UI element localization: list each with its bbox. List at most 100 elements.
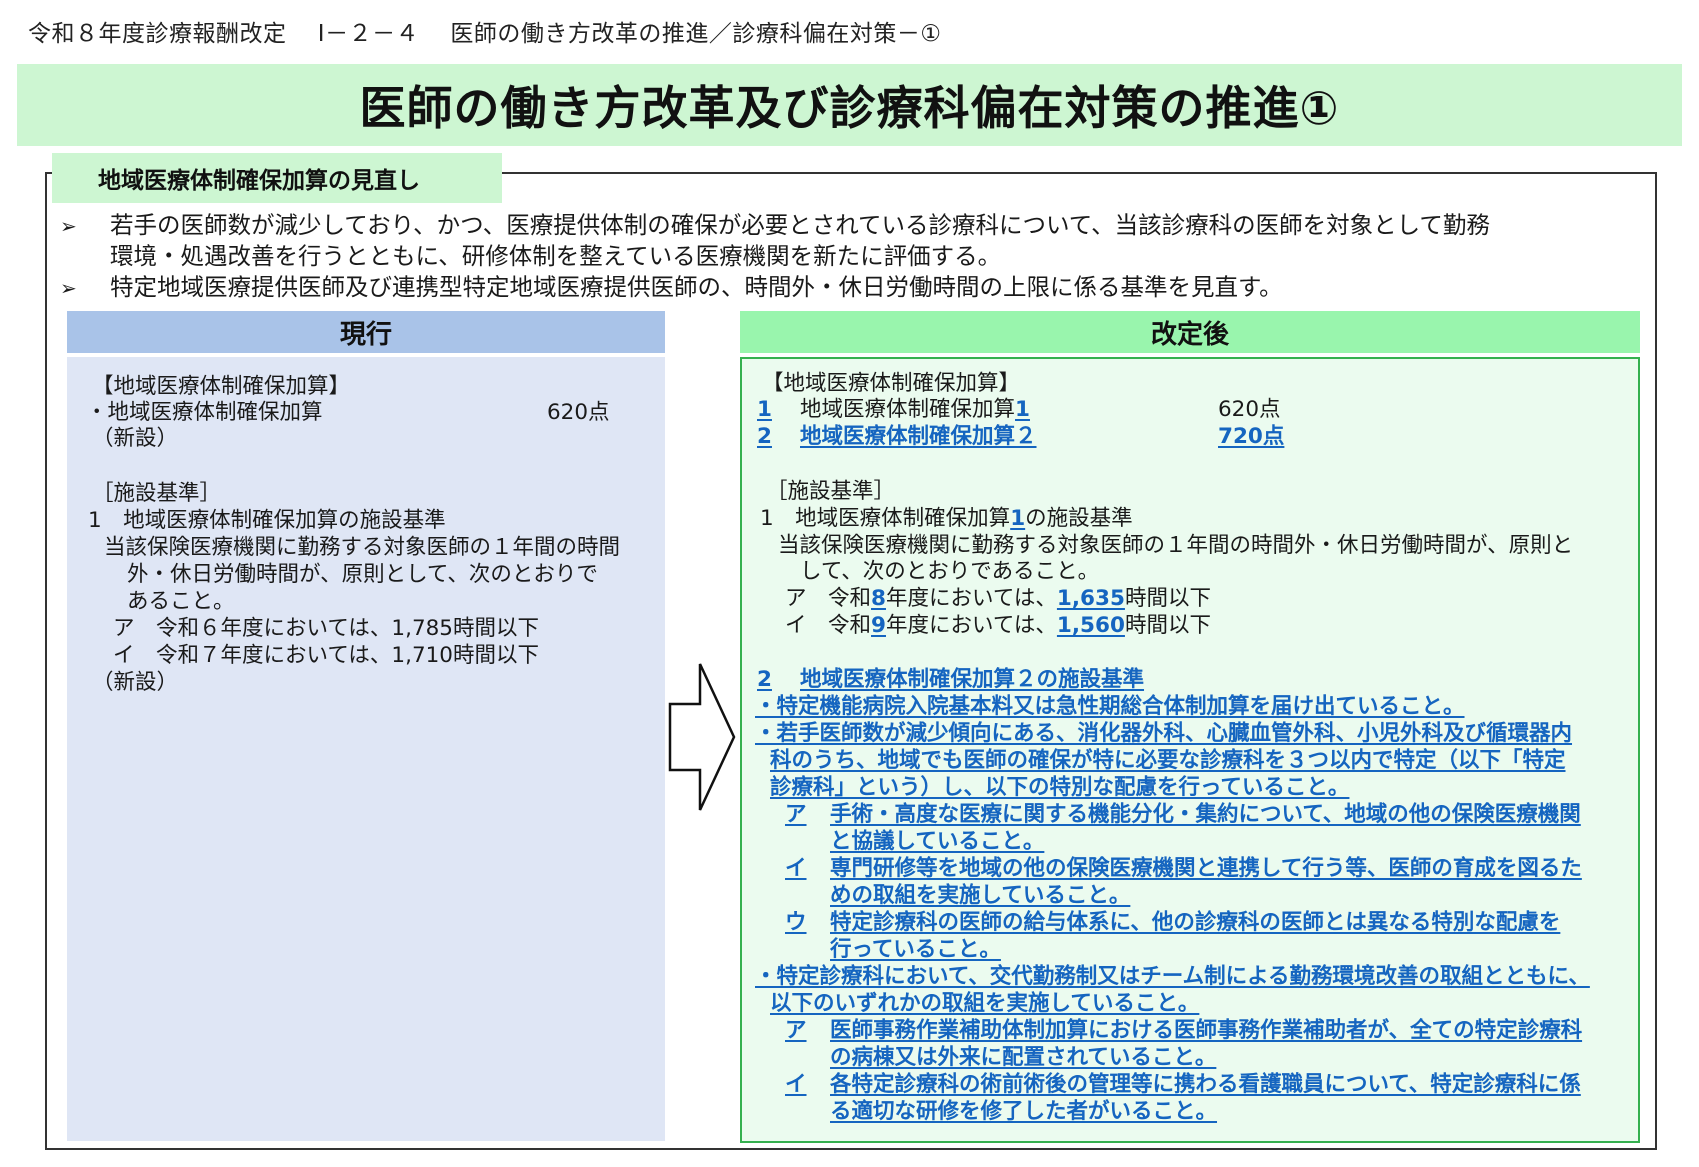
revised-line: 2 bbox=[757, 666, 772, 693]
right-block-arrow-icon bbox=[668, 663, 736, 811]
revised-item-1-name: 地域医療体制確保加算1 bbox=[800, 396, 1030, 423]
revised-num: 2 bbox=[757, 424, 772, 449]
revised-text: 科のうち、地域でも医師の確保が特に必要な診療科を３つ以内で特定（以下「特定 bbox=[770, 748, 1566, 773]
revised-line: ア 令和8年度においては、1,635時間以下 bbox=[785, 585, 1211, 612]
revised-text: 以下のいずれかの取組を実施していること。 bbox=[770, 991, 1200, 1016]
revised-line: の病棟又は外来に配置されていること。 bbox=[830, 1044, 1216, 1071]
current-line: 外・休日労働時間が、原則として、次のとおりで bbox=[127, 562, 598, 587]
revised-text: 診療科」という）し、以下の特別な配慮を行っていること。 bbox=[770, 775, 1350, 800]
revised-line: ア bbox=[785, 801, 807, 828]
revised-line: ［施設基準］ bbox=[766, 479, 896, 504]
revised-points: 720点 bbox=[1218, 424, 1285, 449]
revised-line: と協議していること。 bbox=[830, 828, 1044, 855]
revised-line: 1 地域医療体制確保加算1の施設基準 bbox=[760, 505, 1133, 532]
revised-num: 1,560 bbox=[1056, 613, 1125, 638]
revised-text: 時間以下 bbox=[1124, 613, 1211, 638]
revised-text: ・特定機能病院入院基本料又は急性期総合体制加算を届け出ていること。 bbox=[755, 694, 1465, 719]
revised-text: 行っていること。 bbox=[830, 937, 1001, 962]
revised-text: 年度においては、 bbox=[885, 613, 1057, 638]
revised-text: 地域医療体制確保加算 bbox=[800, 397, 1016, 422]
revised-line: ・若手医師数が減少傾向にある、消化器外科、心臓血管外科、小児外科及び循環器内 bbox=[755, 720, 1572, 747]
revised-line: 診療科」という）し、以下の特別な配慮を行っていること。 bbox=[770, 774, 1349, 801]
revised-text: 時間以下 bbox=[1124, 586, 1211, 611]
revised-item-2-name: 地域医療体制確保加算２ bbox=[800, 423, 1037, 450]
current-line: （新設） bbox=[92, 670, 179, 695]
bullet-2-line-1: 特定地域医療提供医師及び連携型特定地域医療提供医師の、時間外・休日労働時間の上限… bbox=[110, 273, 1283, 301]
revised-line: して、次のとおりであること。 bbox=[800, 559, 1100, 584]
revised-num: イ bbox=[785, 856, 807, 881]
revised-text: 1 地域医療体制確保加算 bbox=[760, 506, 1011, 531]
arrowhead-bullet-icon: ➢ bbox=[60, 214, 77, 238]
revised-line: ウ bbox=[785, 909, 807, 936]
page-title: 医師の働き方改革及び診療科偏在対策の推進① bbox=[359, 81, 1340, 135]
revised-heading: 改定後 bbox=[740, 311, 1640, 353]
revised-text: めの取組を実施していること。 bbox=[830, 883, 1131, 908]
revised-text: 特定診療科の医師の給与体系に、他の診療科の医師とは異なる特別な配慮を bbox=[830, 910, 1561, 935]
revised-num: ア bbox=[785, 802, 807, 827]
revised-text: イ 令和 bbox=[785, 613, 872, 638]
revised-line: ・特定診療科において、交代勤務制又はチーム制による勤務環境改善の取組とともに、 bbox=[755, 963, 1590, 990]
current-line: イ 令和７年度においては、1,710時間以下 bbox=[113, 643, 539, 668]
revised-num: ア bbox=[785, 1018, 807, 1043]
bullet-1: ➢ bbox=[60, 210, 77, 242]
revision-header: 令和８年度診療報酬改定 Ⅰ－２－４ 医師の働き方改革の推進／診療科偏在対策－① bbox=[28, 21, 942, 47]
bullet-1-line-1: 若手の医師数が減少しており、かつ、医療提供体制の確保が必要とされている診療科につ… bbox=[110, 211, 1490, 239]
current-line: ア 令和６年度においては、1,785時間以下 bbox=[113, 616, 539, 641]
revised-line: ・特定機能病院入院基本料又は急性期総合体制加算を届け出ていること。 bbox=[755, 693, 1465, 720]
revised-line: イ 令和9年度においては、1,560時間以下 bbox=[785, 612, 1211, 639]
revised-text: 地域医療体制確保加算２の施設基準 bbox=[800, 667, 1145, 692]
revised-text: ・特定診療科において、交代勤務制又はチーム制による勤務環境改善の取組とともに、 bbox=[755, 964, 1590, 989]
revised-num: 1 bbox=[1010, 506, 1026, 531]
revised-line: ア bbox=[785, 1017, 807, 1044]
revised-line: 【地域医療体制確保加算】 bbox=[762, 371, 1021, 396]
revised-num: 1 bbox=[757, 397, 772, 422]
revised-line: 行っていること。 bbox=[830, 936, 1001, 963]
revised-text: の施設基準 bbox=[1025, 506, 1133, 531]
current-line: あること。 bbox=[127, 589, 235, 614]
revised-text: 医師事務作業補助体制加算における医師事務作業補助者が、全ての特定診療科 bbox=[830, 1018, 1583, 1043]
current-line: 1 地域医療体制確保加算の施設基準 bbox=[88, 508, 446, 533]
revised-num: 8 bbox=[871, 586, 886, 611]
current-panel bbox=[67, 357, 665, 1141]
revised-text: の病棟又は外来に配置されていること。 bbox=[830, 1045, 1217, 1070]
revised-item-2: 2 bbox=[757, 423, 772, 450]
revised-text: 専門研修等を地域の他の保険医療機関と連携して行う等、医師の育成を図るた bbox=[830, 856, 1582, 881]
current-heading: 現行 bbox=[67, 311, 665, 353]
revised-num: 1 bbox=[1015, 397, 1030, 422]
revised-text: 地域医療体制確保加算２ bbox=[800, 424, 1037, 449]
revised-line: 科のうち、地域でも医師の確保が特に必要な診療科を３つ以内で特定（以下「特定 bbox=[770, 747, 1566, 774]
revised-line: る適切な研修を修了した者がいること。 bbox=[830, 1098, 1217, 1125]
revised-line: イ bbox=[785, 855, 807, 882]
revised-item-1: 1 bbox=[757, 396, 772, 423]
revised-text: 手術・高度な医療に関する機能分化・集約について、地域の他の保険医療機関 bbox=[830, 802, 1581, 827]
revised-text: ・若手医師数が減少傾向にある、消化器外科、心臓血管外科、小児外科及び循環器内 bbox=[755, 721, 1573, 746]
revised-line: 以下のいずれかの取組を実施していること。 bbox=[770, 990, 1199, 1017]
revised-line: イ bbox=[785, 1071, 807, 1098]
revised-num: 9 bbox=[871, 613, 886, 638]
revised-points-2: 720点 bbox=[1218, 423, 1284, 450]
bullet-2: ➢ bbox=[60, 272, 77, 304]
revised-text: 各特定診療科の術前術後の管理等に携わる看護職員について、特定診療科に係 bbox=[830, 1072, 1581, 1097]
revised-line: めの取組を実施していること。 bbox=[830, 882, 1130, 909]
current-points: 620点 bbox=[547, 400, 610, 425]
revised-line: 手術・高度な医療に関する機能分化・集約について、地域の他の保険医療機関 bbox=[830, 801, 1581, 828]
revised-num: イ bbox=[785, 1072, 807, 1097]
revised-text: ア 令和 bbox=[785, 586, 872, 611]
current-line: （新設） bbox=[92, 426, 179, 451]
revised-points-1: 620点 bbox=[1218, 397, 1281, 422]
revised-line: 地域医療体制確保加算２の施設基準 bbox=[800, 666, 1144, 693]
revised-text: 年度においては、 bbox=[885, 586, 1057, 611]
revised-line: 特定診療科の医師の給与体系に、他の診療科の医師とは異なる特別な配慮を bbox=[830, 909, 1560, 936]
section-tab: 地域医療体制確保加算の見直し bbox=[52, 153, 502, 203]
revised-num: 2 bbox=[757, 667, 772, 692]
current-line: ・地域医療体制確保加算 bbox=[86, 400, 323, 425]
revised-num: ウ bbox=[785, 910, 807, 935]
current-line: 【地域医療体制確保加算】 bbox=[92, 374, 351, 399]
revised-text: る適切な研修を修了した者がいること。 bbox=[830, 1099, 1218, 1124]
revised-line: 専門研修等を地域の他の保険医療機関と連携して行う等、医師の育成を図るた bbox=[830, 855, 1582, 882]
revised-line: 医師事務作業補助体制加算における医師事務作業補助者が、全ての特定診療科 bbox=[830, 1017, 1582, 1044]
bullet-1-line-2: 環境・処遇改善を行うとともに、研修体制を整えている医療機関を新たに評価する。 bbox=[110, 242, 1002, 270]
current-line: 当該保険医療機関に勤務する対象医師の１年間の時間 bbox=[104, 535, 621, 560]
revised-text: と協議していること。 bbox=[830, 829, 1045, 854]
arrowhead-bullet-icon: ➢ bbox=[60, 276, 77, 300]
